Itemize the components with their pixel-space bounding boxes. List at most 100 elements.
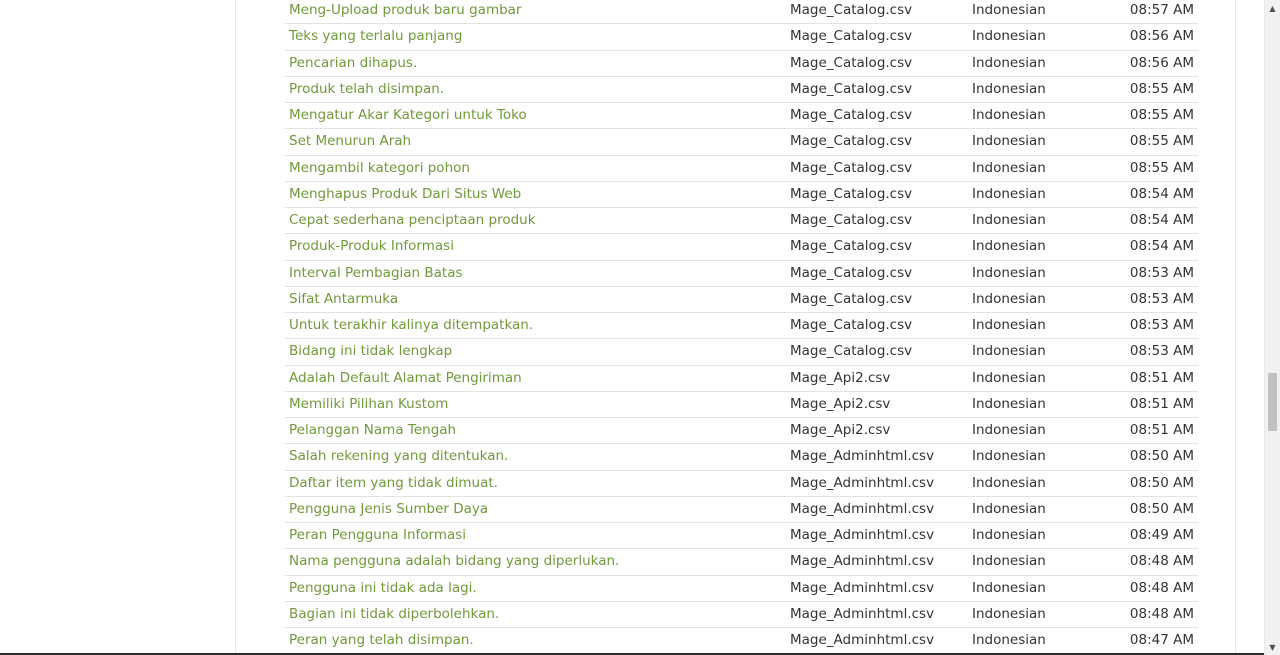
- language-cell: Indonesian: [968, 575, 1118, 602]
- language-cell: Indonesian: [968, 181, 1118, 209]
- scrollbar-thumb[interactable]: [1268, 373, 1277, 431]
- translation-link[interactable]: Interval Pembagian Batas: [289, 265, 463, 281]
- browser-viewport: Meng-Upload produk baru gambar Mage_Catal…: [0, 0, 1280, 655]
- table-row: Pencarian dihapus. Mage_Catalog.csv Indone…: [285, 50, 1198, 77]
- scroll-up-arrow-icon[interactable]: ▲: [1265, 0, 1280, 16]
- translation-link[interactable]: Mengambil kategori pohon: [289, 160, 470, 176]
- recent-translations-panel: Meng-Upload produk baru gambar Mage_Catal…: [235, 0, 1236, 655]
- table-row: Produk telah disimpan. Mage_Catalog.csv In…: [285, 76, 1198, 104]
- table-row: Bagian ini tidak diperbolehkan. Mage_Admi…: [285, 601, 1198, 629]
- translation-link[interactable]: Peran yang telah disimpan.: [289, 632, 474, 648]
- language-cell: Indonesian: [968, 312, 1118, 340]
- timestamp-cell: 08:48 AM: [1118, 601, 1198, 629]
- translation-link[interactable]: Daftar item yang tidak dimuat.: [289, 475, 498, 491]
- translation-link[interactable]: Nama pengguna adalah bidang yang diperlu…: [289, 553, 619, 569]
- timestamp-cell: 08:50 AM: [1118, 496, 1198, 524]
- translation-link[interactable]: Mengatur Akar Kategori untuk Toko: [289, 107, 527, 123]
- source-file-cell: Mage_Catalog.csv: [786, 207, 968, 235]
- source-file-cell: Mage_Adminhtml.csv: [786, 575, 968, 602]
- timestamp-cell: 08:51 AM: [1118, 417, 1198, 445]
- source-file-cell: Mage_Catalog.csv: [786, 233, 968, 261]
- source-file-cell: Mage_Catalog.csv: [786, 23, 968, 51]
- translation-text-cell: Set Menurun Arah: [285, 128, 786, 156]
- translation-link[interactable]: Bagian ini tidak diperbolehkan.: [289, 606, 499, 622]
- language-cell: Indonesian: [968, 260, 1118, 287]
- translation-link[interactable]: Pelanggan Nama Tengah: [289, 422, 456, 438]
- translation-text-cell: Meng-Upload produk baru gambar: [285, 0, 786, 25]
- translation-link[interactable]: Adalah Default Alamat Pengiriman: [289, 370, 522, 386]
- source-file-cell: Mage_Catalog.csv: [786, 181, 968, 209]
- translation-text-cell: Cepat sederhana penciptaan produk: [285, 207, 786, 235]
- source-file-cell: Mage_Catalog.csv: [786, 102, 968, 130]
- timestamp-cell: 08:51 AM: [1118, 391, 1198, 419]
- source-file-cell: Mage_Adminhtml.csv: [786, 627, 968, 655]
- table-row: Daftar item yang tidak dimuat. Mage_Admin…: [285, 470, 1198, 497]
- table-row: Nama pengguna adalah bidang yang diperlu…: [285, 548, 1198, 576]
- source-file-cell: Mage_Adminhtml.csv: [786, 443, 968, 471]
- translation-link[interactable]: Untuk terakhir kalinya ditempatkan.: [289, 317, 533, 333]
- language-cell: Indonesian: [968, 470, 1118, 497]
- language-cell: Indonesian: [968, 522, 1118, 550]
- table-row: Produk-Produk Informasi Mage_Catalog.csv I…: [285, 233, 1198, 261]
- source-file-cell: Mage_Catalog.csv: [786, 50, 968, 77]
- table-row: Cepat sederhana penciptaan produk Mage_Ca…: [285, 207, 1198, 235]
- translation-link[interactable]: Bidang ini tidak lengkap: [289, 343, 452, 359]
- language-cell: Indonesian: [968, 207, 1118, 235]
- translation-link[interactable]: Pengguna Jenis Sumber Daya: [289, 501, 488, 517]
- table-row: Sifat Antarmuka Mage_Catalog.csv Indonesia…: [285, 286, 1198, 314]
- translation-link[interactable]: Teks yang terlalu panjang: [289, 28, 462, 44]
- translation-text-cell: Pengguna Jenis Sumber Daya: [285, 496, 786, 524]
- table-row: Mengatur Akar Kategori untuk Toko Mage_Ca…: [285, 102, 1198, 130]
- scroll-down-arrow-icon[interactable]: ▼: [1265, 639, 1280, 655]
- translation-link[interactable]: Memiliki Pilihan Kustom: [289, 396, 448, 412]
- language-cell: Indonesian: [968, 50, 1118, 77]
- source-file-cell: Mage_Api2.csv: [786, 391, 968, 419]
- table-row: Teks yang terlalu panjang Mage_Catalog.cs…: [285, 23, 1198, 51]
- translation-link[interactable]: Meng-Upload produk baru gambar: [289, 2, 522, 18]
- translation-link[interactable]: Pengguna ini tidak ada lagi.: [289, 580, 477, 596]
- translation-text-cell: Salah rekening yang ditentukan.: [285, 443, 786, 471]
- translation-link[interactable]: Set Menurun Arah: [289, 133, 411, 149]
- timestamp-cell: 08:54 AM: [1118, 207, 1198, 235]
- vertical-scrollbar[interactable]: ▲ ▼: [1264, 0, 1280, 655]
- timestamp-cell: 08:55 AM: [1118, 102, 1198, 130]
- translation-text-cell: Pelanggan Nama Tengah: [285, 417, 786, 445]
- translation-text-cell: Bagian ini tidak diperbolehkan.: [285, 601, 786, 629]
- translation-link[interactable]: Pencarian dihapus.: [289, 55, 417, 71]
- table-row: Peran yang telah disimpan. Mage_Adminhtml…: [285, 627, 1198, 655]
- table-row: Mengambil kategori pohon Mage_Catalog.csv…: [285, 155, 1198, 182]
- translation-link[interactable]: Produk-Produk Informasi: [289, 238, 454, 254]
- translation-text-cell: Pencarian dihapus.: [285, 50, 786, 77]
- translation-link[interactable]: Sifat Antarmuka: [289, 291, 398, 307]
- timestamp-cell: 08:53 AM: [1118, 338, 1198, 366]
- timestamp-cell: 08:54 AM: [1118, 233, 1198, 261]
- translation-text-cell: Menghapus Produk Dari Situs Web: [285, 181, 786, 209]
- translation-text-cell: Produk telah disimpan.: [285, 76, 786, 104]
- translation-text-cell: Nama pengguna adalah bidang yang diperlu…: [285, 548, 786, 576]
- right-blank-gutter: [1236, 0, 1264, 655]
- language-cell: Indonesian: [968, 102, 1118, 130]
- translation-link[interactable]: Produk telah disimpan.: [289, 81, 444, 97]
- source-file-cell: Mage_Catalog.csv: [786, 76, 968, 104]
- timestamp-cell: 08:50 AM: [1118, 443, 1198, 471]
- translation-text-cell: Pengguna ini tidak ada lagi.: [285, 575, 786, 602]
- table-row: Pelanggan Nama Tengah Mage_Api2.csv Indone…: [285, 417, 1198, 445]
- timestamp-cell: 08:55 AM: [1118, 155, 1198, 182]
- translation-link[interactable]: Salah rekening yang ditentukan.: [289, 448, 508, 464]
- timestamp-cell: 08:56 AM: [1118, 23, 1198, 51]
- language-cell: Indonesian: [968, 443, 1118, 471]
- translation-link[interactable]: Peran Pengguna Informasi: [289, 527, 466, 543]
- source-file-cell: Mage_Adminhtml.csv: [786, 496, 968, 524]
- translation-text-cell: Interval Pembagian Batas: [285, 260, 786, 287]
- source-file-cell: Mage_Catalog.csv: [786, 128, 968, 156]
- translation-link[interactable]: Cepat sederhana penciptaan produk: [289, 212, 536, 228]
- language-cell: Indonesian: [968, 496, 1118, 524]
- table-row: Menghapus Produk Dari Situs Web Mage_Cata…: [285, 181, 1198, 209]
- translation-link[interactable]: Menghapus Produk Dari Situs Web: [289, 186, 521, 202]
- language-cell: Indonesian: [968, 601, 1118, 629]
- translations-table-body: Meng-Upload produk baru gambar Mage_Catal…: [285, 0, 1198, 655]
- language-cell: Indonesian: [968, 76, 1118, 104]
- timestamp-cell: 08:48 AM: [1118, 548, 1198, 576]
- source-file-cell: Mage_Catalog.csv: [786, 0, 968, 25]
- table-row: Pengguna Jenis Sumber Daya Mage_Adminhtml…: [285, 496, 1198, 524]
